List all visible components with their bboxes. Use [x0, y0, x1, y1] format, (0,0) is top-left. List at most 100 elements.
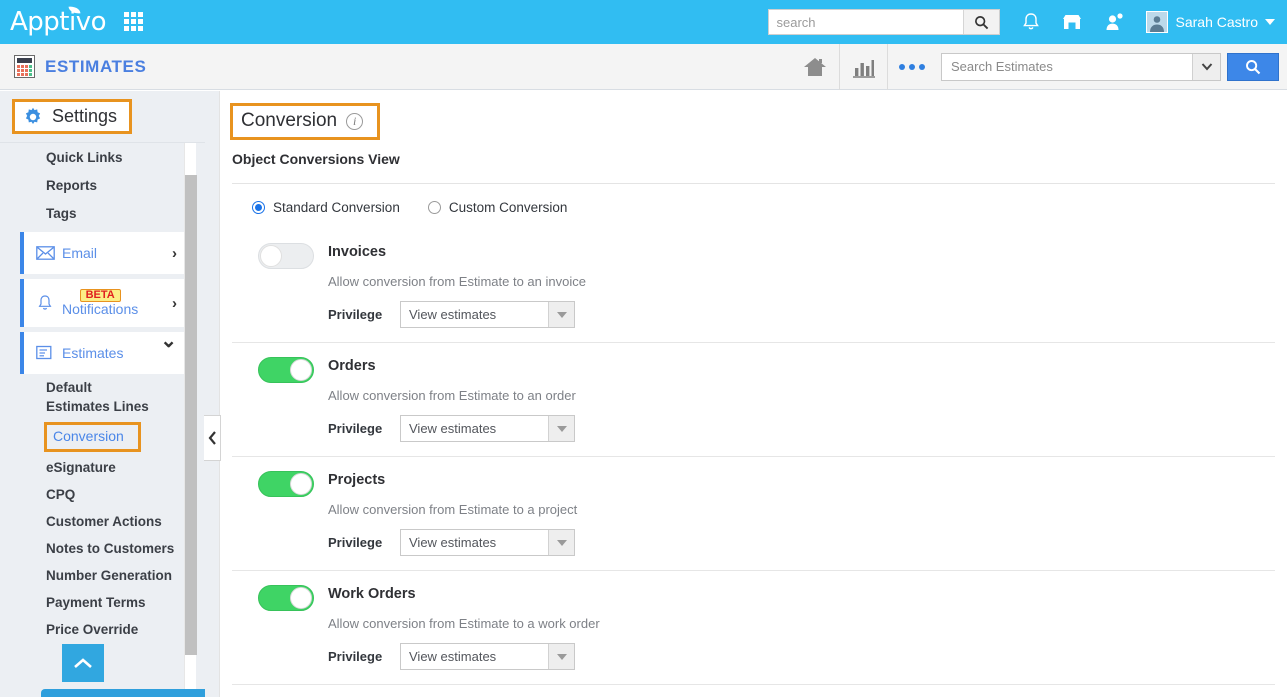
- avatar-icon: [1146, 12, 1167, 32]
- info-icon[interactable]: i: [346, 112, 364, 130]
- global-search[interactable]: [767, 9, 1000, 35]
- privilege-select-orders[interactable]: View estimates: [400, 415, 575, 442]
- toggle-knob: [260, 245, 282, 267]
- settings-label: Settings: [52, 106, 118, 126]
- radio-label: Custom Conversion: [448, 200, 568, 215]
- sidebar-item-notes-to-customers[interactable]: Notes to Customers: [0, 535, 205, 562]
- module-search[interactable]: [941, 52, 1221, 81]
- module-search-input[interactable]: [942, 53, 1192, 80]
- privilege-label: Privilege: [328, 307, 383, 322]
- panel-divider: [205, 91, 220, 697]
- notifications-button[interactable]: [1022, 12, 1040, 32]
- toggle-invoices[interactable]: [258, 243, 314, 269]
- row-title: Invoices: [328, 244, 387, 260]
- sidebar-item-notifications[interactable]: BETA Notifications ›: [20, 279, 187, 327]
- chevron-right-icon: ›: [172, 244, 177, 262]
- sidebar-item-customer-actions[interactable]: Customer Actions: [0, 508, 205, 535]
- chevron-up-icon: [74, 657, 92, 668]
- privilege-row: Privilege View estimates: [328, 415, 1275, 442]
- conversion-row-orders: Orders Allow conversion from Estimate to…: [232, 342, 1275, 456]
- home-button[interactable]: [791, 44, 839, 90]
- module-search-dropdown[interactable]: [1192, 53, 1220, 80]
- bell-icon: [1022, 13, 1039, 30]
- global-header: Apptivo search Sarah Castro: [0, 0, 1287, 44]
- row-description: Allow conversion from Estimate to a proj…: [328, 502, 578, 517]
- search-icon: [974, 15, 988, 29]
- document-icon: [34, 345, 56, 361]
- toggle-knob: [290, 587, 312, 609]
- store-icon: [1062, 15, 1081, 29]
- sidebar-item-label: Price Override: [46, 622, 139, 637]
- sidebar-scrollbar-thumb[interactable]: [185, 175, 197, 655]
- avatar: [1145, 11, 1168, 33]
- sidebar-item-label: Conversion: [44, 422, 141, 452]
- toggle-knob: [290, 359, 312, 381]
- privilege-select-invoices[interactable]: View estimates: [400, 301, 575, 328]
- sidebar-item-esignature[interactable]: eSignature: [0, 454, 205, 481]
- row-body: Invoices Allow conversion from Estimate …: [328, 241, 1275, 328]
- more-options-button[interactable]: [887, 43, 935, 90]
- sidebar-scrollbar[interactable]: [184, 143, 197, 697]
- privilege-row: Privilege View estimates: [328, 529, 1275, 556]
- global-search-button[interactable]: [962, 10, 999, 34]
- scroll-to-top-button[interactable]: [62, 644, 104, 682]
- row-description: Allow conversion from Estimate to an ord…: [328, 388, 576, 403]
- home-icon: [804, 57, 826, 76]
- add-user-button[interactable]: [1104, 12, 1124, 32]
- user-menu[interactable]: Sarah Castro: [1145, 11, 1275, 33]
- dropdown-arrow-icon: [548, 416, 574, 441]
- sidebar-item-tags[interactable]: Tags: [0, 199, 205, 227]
- envelope-icon: [34, 246, 56, 260]
- toggle-knob: [290, 473, 312, 495]
- sidebar-item-email[interactable]: Email ›: [20, 232, 187, 274]
- toggle-cell: [232, 469, 328, 556]
- module-header: ESTIMATES: [0, 43, 1287, 90]
- sidebar-item-conversion[interactable]: Conversion: [44, 422, 205, 452]
- apptivo-logo[interactable]: Apptivo: [10, 5, 107, 37]
- sidebar-item-cpq[interactable]: CPQ: [0, 481, 205, 508]
- privilege-label: Privilege: [328, 421, 383, 436]
- conversion-row-projects: Projects Allow conversion from Estimate …: [232, 456, 1275, 570]
- radio-custom-conversion[interactable]: Custom Conversion: [427, 200, 568, 215]
- privilege-select-projects[interactable]: View estimates: [400, 529, 575, 556]
- module-search-button[interactable]: [1227, 52, 1279, 81]
- radio-standard-conversion[interactable]: Standard Conversion: [252, 200, 400, 215]
- conversion-title: Conversion: [241, 110, 338, 131]
- sidebar-item-quick-links[interactable]: Quick Links: [0, 143, 205, 171]
- sidebar-item-label: Email: [62, 245, 98, 261]
- notifications-label-group: BETA Notifications: [62, 288, 138, 317]
- reports-button[interactable]: [839, 43, 887, 90]
- sidebar-item-number-generation[interactable]: Number Generation: [0, 562, 205, 589]
- bell-icon: [34, 294, 56, 312]
- sidebar-item-estimates[interactable]: Estimates ⌄: [20, 330, 187, 374]
- sidebar-item-reports[interactable]: Reports: [0, 171, 205, 199]
- toggle-projects[interactable]: [258, 471, 314, 497]
- dropdown-arrow-icon: [548, 302, 574, 327]
- conversion-rows: Invoices Allow conversion from Estimate …: [220, 229, 1287, 697]
- row-title: Orders: [328, 358, 376, 374]
- sidebar-item-payment-terms[interactable]: Payment Terms: [0, 589, 205, 616]
- row-body: Work Orders Allow conversion from Estima…: [328, 583, 1275, 670]
- sidebar-item-label: Payment Terms: [46, 595, 146, 610]
- toggle-work-orders[interactable]: [258, 585, 314, 611]
- bottom-bar: [41, 689, 205, 697]
- logo-text: Apptivo: [10, 7, 107, 37]
- grid-apps-icon[interactable]: [124, 12, 144, 32]
- sidebar-item-price-override[interactable]: Price Override: [0, 616, 205, 643]
- conversion-panel: Conversion i Object Conversions View Sta…: [220, 91, 1287, 697]
- marketplace-button[interactable]: [1062, 13, 1082, 31]
- toggle-orders[interactable]: [258, 357, 314, 383]
- bar-chart-icon: [852, 59, 875, 78]
- sidebar-item-label: Notes to Customers: [46, 541, 175, 556]
- global-search-input[interactable]: [768, 10, 963, 34]
- collapse-sidebar-handle[interactable]: [204, 415, 221, 461]
- privilege-row: Privilege View estimates: [328, 643, 1275, 670]
- privilege-select-work-orders[interactable]: View estimates: [400, 643, 575, 670]
- settings-header: Settings: [0, 91, 205, 143]
- row-title: Projects: [328, 472, 386, 488]
- sidebar-item-default-estimates-lines[interactable]: Default Estimates Lines: [0, 374, 150, 420]
- username-label: Sarah Castro: [1175, 14, 1258, 30]
- settings-button[interactable]: Settings: [12, 99, 133, 134]
- chevron-right-icon: ›: [172, 294, 177, 312]
- calculator-icon: [14, 55, 35, 78]
